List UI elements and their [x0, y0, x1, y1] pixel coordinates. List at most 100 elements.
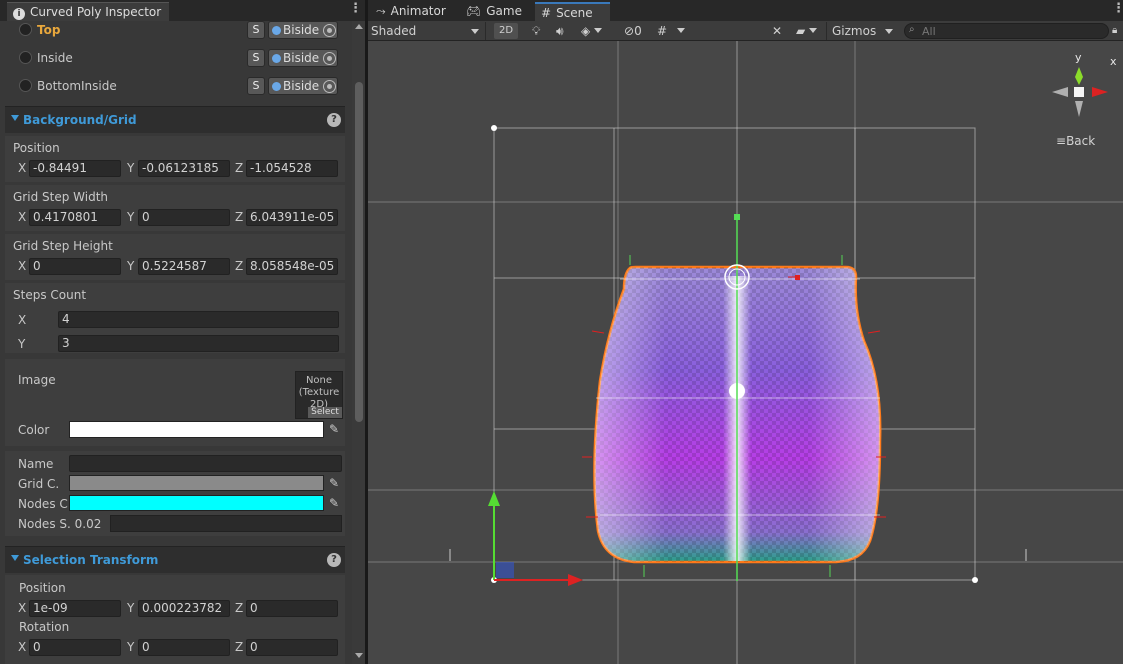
tab-game[interactable]: 🎮︎ Game	[460, 2, 528, 21]
layer-radio-inside[interactable]	[19, 51, 32, 64]
camera-icon[interactable]: ▰	[796, 22, 818, 40]
scene-menu-icon[interactable]: ⋮	[1112, 2, 1123, 15]
scene-toolbar: Shaded 2D 💡︎ 🔊︎ ◈ ⊘0 # ✕ ▰ Gizmos ⌕ 🔒︎	[368, 21, 1123, 41]
layer-solo-button-bottominside[interactable]: S	[247, 77, 265, 95]
inspector-tab[interactable]: i Curved Poly Inspector	[7, 2, 169, 21]
gizmos-dropdown[interactable]: Gizmos	[826, 22, 896, 40]
sel-rotation-y-field[interactable]: 0	[138, 639, 230, 656]
steps-count-x-field[interactable]: 4	[58, 311, 339, 328]
layer-radio-bottominside[interactable]	[19, 79, 32, 92]
scene-panel: ⤳ Animator 🎮︎ Game # Scene ⋮ Shaded 2D 💡︎ 🔊…	[368, 0, 1123, 664]
grid-step-height-x-field[interactable]: 0	[29, 258, 121, 275]
tab-scene[interactable]: # Scene	[535, 2, 610, 21]
scroll-down-icon[interactable]	[355, 653, 363, 658]
sel-rotation-z-field[interactable]: 0	[246, 639, 338, 656]
eyedropper-icon[interactable]: ✎	[327, 422, 341, 436]
audio-toggle-icon[interactable]: 🔊︎	[556, 22, 564, 40]
orientation-gizmo[interactable]: y x	[1052, 51, 1117, 117]
help-icon[interactable]: ?	[327, 553, 341, 567]
texture-select-button[interactable]: Select	[308, 407, 342, 418]
scene-canvas[interactable]: y x	[368, 41, 1123, 664]
sel-position-y-field[interactable]: 0.000223782	[138, 600, 230, 617]
axis-x-label: X	[18, 210, 27, 224]
effects-toggle-icon[interactable]: ◈	[581, 22, 603, 40]
nodes-color-field[interactable]	[69, 495, 324, 511]
grid-step-width-label: Grid Step Width	[13, 190, 108, 204]
background-grid-header[interactable]: Background/Grid ?	[5, 106, 345, 133]
info-icon: i	[13, 8, 25, 20]
inspector-menu-icon[interactable]: ⋮	[349, 2, 362, 15]
chevron-down-icon	[677, 28, 686, 33]
scrollbar-thumb[interactable]	[355, 82, 363, 422]
view-direction-label[interactable]: ≡Back	[1056, 134, 1095, 148]
pivot-handle-right[interactable]	[795, 275, 800, 280]
sel-rotation-x-field[interactable]: 0	[29, 639, 121, 656]
color-swatch	[70, 422, 323, 437]
scene-viewport[interactable]: y x ≡Back	[368, 41, 1123, 664]
selection-transform-title: Selection Transform	[23, 553, 159, 567]
nodes-size-value[interactable]: 0.02	[75, 517, 102, 531]
steps-count-label: Steps Count	[13, 288, 87, 302]
layer-radio-top[interactable]	[19, 23, 32, 36]
scene-visibility-icon[interactable]: ⊘0	[624, 22, 642, 40]
axis-z-label: Z	[235, 259, 244, 273]
gamepad-icon: 🎮︎	[466, 4, 482, 18]
bg-position-y-field[interactable]: -0.06123185	[138, 160, 230, 177]
search-input[interactable]	[922, 24, 1102, 38]
search-icon: ⌕	[909, 24, 915, 35]
name-field[interactable]	[69, 455, 342, 472]
layer-solo-button-inside[interactable]: S	[247, 49, 265, 67]
eyedropper-icon[interactable]: ✎	[327, 496, 341, 510]
svg-text:x: x	[1110, 55, 1117, 68]
tab-animator[interactable]: ⤳ Animator	[370, 2, 452, 21]
sel-position-x-field[interactable]: 1e-09	[29, 600, 121, 617]
nodes-size-field[interactable]	[110, 515, 342, 532]
eyedropper-icon[interactable]: ✎	[327, 476, 341, 490]
grid-corner-node[interactable]	[972, 577, 978, 583]
lock-icon[interactable]: 🔒︎	[1112, 22, 1117, 40]
bg-position-label: Position	[13, 141, 60, 155]
shading-mode-label: Shaded	[371, 24, 417, 38]
help-icon[interactable]: ?	[327, 113, 341, 127]
tab-scene-label: Scene	[556, 6, 593, 20]
bg-position-z-field[interactable]: -1.054528	[246, 160, 338, 177]
grid-step-height-label: Grid Step Height	[13, 239, 113, 253]
grid-step-height-z-field[interactable]: 8.058548e-05	[246, 258, 338, 275]
selection-transform-header[interactable]: Selection Transform ?	[5, 546, 345, 573]
grid-step-height-y-field[interactable]: 0.5224587	[138, 258, 230, 275]
color-field[interactable]	[69, 421, 324, 438]
2d-toggle-button[interactable]: 2D	[494, 23, 518, 39]
object-picker-icon[interactable]	[323, 52, 336, 65]
tools-icon[interactable]: ✕	[772, 22, 782, 40]
grid-toggle-icon[interactable]: #	[657, 22, 686, 40]
background-grid-title: Background/Grid	[23, 113, 137, 127]
grid-step-width-x-field[interactable]: 0.4170801	[29, 209, 121, 226]
layer-side-label: Biside	[283, 51, 320, 65]
axis-x-label: X	[18, 259, 27, 273]
axis-y-label: Y	[127, 259, 135, 273]
animator-icon: ⤳	[376, 4, 386, 18]
move-gizmo[interactable]	[488, 491, 583, 586]
grid-corner-node[interactable]	[491, 125, 497, 131]
nodes-size-label-text: Nodes S.	[18, 517, 71, 531]
grid-step-width-y-field[interactable]: 0	[138, 209, 230, 226]
sel-position-z-field[interactable]: 0	[246, 600, 338, 617]
steps-count-y-field[interactable]: 3	[58, 335, 339, 352]
lighting-toggle-icon[interactable]: 💡︎	[532, 22, 540, 40]
scroll-up-icon[interactable]	[355, 24, 363, 29]
search-field[interactable]: ⌕	[904, 23, 1109, 39]
shading-mode-dropdown[interactable]: Shaded	[371, 22, 486, 40]
object-picker-icon[interactable]	[323, 24, 336, 37]
texture-slot[interactable]: None (Texture 2D) Select	[295, 371, 343, 419]
grid-color-field[interactable]	[69, 475, 324, 491]
material-icon	[272, 82, 281, 91]
object-picker-icon[interactable]	[323, 80, 336, 93]
texture-slot-text-2: (Texture	[298, 387, 340, 398]
layer-solo-button-top[interactable]: S	[247, 21, 265, 39]
sel-rotation-label: Rotation	[19, 620, 70, 634]
bg-position-x-field[interactable]: -0.84491	[29, 160, 121, 177]
pivot-handle-top[interactable]	[734, 214, 740, 220]
inspector-tab-bar: i Curved Poly Inspector ⋮	[0, 0, 365, 21]
grid-step-width-z-field[interactable]: 6.043911e-05	[246, 209, 338, 226]
layer-name-top: Top	[37, 23, 61, 37]
